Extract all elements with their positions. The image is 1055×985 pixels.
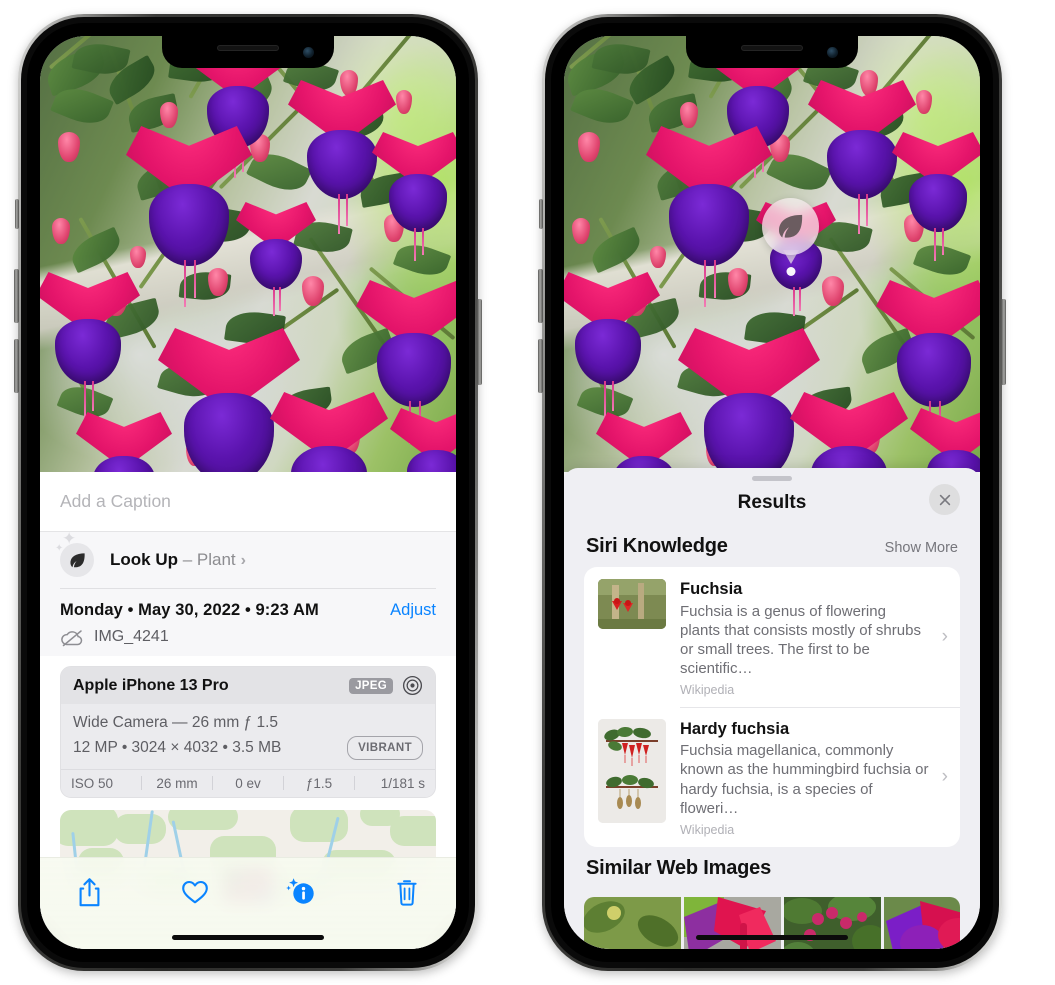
power-button[interactable]	[477, 299, 482, 385]
web-image-thumb[interactable]	[782, 896, 888, 949]
list-item[interactable]: Hardy fuchsia Fuchsia magellanica, commo…	[584, 706, 960, 847]
exif-shutter: 1/181 s	[380, 775, 425, 791]
volume-up-button[interactable]	[538, 269, 543, 323]
siri-knowledge-card: Fuchsia Fuchsia is a genus of flowering …	[584, 567, 960, 847]
camera-device-name: Apple iPhone 13 Pro	[73, 676, 229, 694]
camera-info-card[interactable]: Apple iPhone 13 Pro JPEG Wide Camera — 2…	[60, 666, 436, 798]
camera-spec-row: 12 MP • 3024 × 4032 • 3.5 MB VIBRANT	[73, 736, 423, 761]
trash-icon[interactable]	[384, 872, 430, 912]
format-badge: JPEG	[349, 677, 393, 694]
cloud-off-icon	[60, 628, 84, 647]
look-up-label: Look Up – Plant ›	[110, 550, 246, 570]
siri-knowledge-title: Siri Knowledge	[586, 535, 728, 557]
caption-input[interactable]: Add a Caption	[60, 491, 171, 512]
metadata-block: Monday • May 30, 2022 • 9:23 AM Adjust I…	[40, 589, 456, 656]
result-description: Fuchsia magellanica, commonly known as t…	[680, 742, 929, 817]
photo-viewer[interactable]	[564, 36, 980, 472]
heart-icon[interactable]	[172, 872, 218, 912]
close-icon[interactable]	[929, 484, 960, 515]
web-image-thumb[interactable]	[884, 896, 960, 949]
result-source: Wikipedia	[680, 682, 735, 697]
exif-aperture: ƒ1.5	[305, 775, 333, 791]
right-phone-device: Results Siri Knowledge Show More Fuchsia…	[538, 14, 1006, 971]
leaf-icon	[60, 543, 94, 577]
similar-web-images-strip[interactable]	[584, 896, 960, 949]
adjust-button[interactable]: Adjust	[390, 601, 436, 620]
photo-viewer[interactable]	[40, 36, 456, 472]
chevron-right-icon: ›	[240, 552, 246, 569]
earpiece-speaker	[741, 45, 803, 51]
camera-spec-line: 12 MP • 3024 × 4032 • 3.5 MB	[73, 738, 282, 756]
home-indicator[interactable]	[696, 935, 848, 940]
notch	[162, 36, 334, 68]
siri-knowledge-header: Siri Knowledge Show More	[564, 525, 980, 567]
volume-down-button[interactable]	[14, 339, 19, 393]
chevron-right-icon: ›	[941, 765, 948, 787]
chevron-right-icon: ›	[941, 625, 948, 647]
left-phone-screen: Add a Caption ✦ ✦ Look Up – Plant › Mond…	[40, 36, 456, 949]
info-sparkle-icon[interactable]	[278, 872, 324, 912]
metadata-top-row: Monday • May 30, 2022 • 9:23 AM Adjust	[60, 601, 436, 620]
result-body: Fuchsia Fuchsia is a genus of flowering …	[680, 579, 946, 697]
exif-iso: ISO 50	[71, 775, 114, 791]
power-button[interactable]	[1001, 299, 1006, 385]
camera-card-badges: JPEG	[349, 675, 423, 696]
caption-row[interactable]: Add a Caption	[40, 472, 456, 532]
look-up-text: Look Up	[110, 550, 178, 569]
camera-lens-line: Wide Camera — 26 mm ƒ 1.5	[73, 714, 279, 731]
silent-switch[interactable]	[539, 199, 543, 229]
web-image-thumb[interactable]	[584, 896, 681, 949]
silent-switch[interactable]	[15, 199, 19, 229]
metadata-file-row: IMG_4241	[60, 628, 436, 647]
camera-card-body: Wide Camera — 26 mm ƒ 1.5 12 MP • 3024 ×…	[61, 704, 435, 769]
list-item[interactable]: Fuchsia Fuchsia is a genus of flowering …	[584, 567, 960, 707]
results-title: Results	[737, 492, 807, 513]
exif-row: ISO 50 26 mm 0 ev ƒ1.5 1/181 s	[61, 768, 435, 797]
result-thumbnail	[598, 718, 666, 823]
results-header: Results	[564, 481, 980, 525]
result-title: Hardy fuchsia	[680, 719, 790, 738]
similar-web-images-title: Similar Web Images	[586, 856, 771, 879]
result-title: Fuchsia	[680, 580, 743, 598]
results-sheet: Results Siri Knowledge Show More Fuchsia…	[564, 468, 980, 949]
volume-down-button[interactable]	[538, 339, 543, 393]
lookup-block: ✦ ✦ Look Up – Plant ›	[40, 530, 456, 589]
result-source: Wikipedia	[680, 822, 735, 837]
notch	[686, 36, 858, 68]
home-indicator[interactable]	[172, 935, 324, 940]
screenshot-root: Add a Caption ✦ ✦ Look Up – Plant › Mond…	[0, 0, 1055, 985]
volume-up-button[interactable]	[14, 269, 19, 323]
look-up-dash: –	[178, 550, 197, 569]
front-camera-icon	[303, 47, 314, 58]
result-thumbnail	[598, 579, 666, 629]
photo-info-sheet: Add a Caption ✦ ✦ Look Up – Plant › Mond…	[40, 472, 456, 949]
photo-date: Monday • May 30, 2022 • 9:23 AM	[60, 601, 319, 619]
aperture-icon	[402, 675, 423, 696]
similar-web-images-header: Similar Web Images	[564, 847, 980, 889]
earpiece-speaker	[217, 45, 279, 51]
exif-focal: 26 mm	[156, 775, 198, 791]
look-up-row[interactable]: ✦ ✦ Look Up – Plant ›	[55, 530, 436, 588]
photo-filename: IMG_4241	[94, 628, 169, 645]
result-description: Fuchsia is a genus of flowering plants t…	[680, 602, 921, 677]
left-phone-device: Add a Caption ✦ ✦ Look Up – Plant › Mond…	[14, 14, 482, 971]
visual-lookup-bubble[interactable]	[762, 198, 819, 276]
leaf-icon[interactable]	[762, 198, 819, 255]
front-camera-icon	[827, 47, 838, 58]
web-image-thumb[interactable]	[684, 896, 781, 949]
right-phone-screen: Results Siri Knowledge Show More Fuchsia…	[564, 36, 980, 949]
exif-ev: 0 ev	[235, 775, 261, 791]
camera-card-header: Apple iPhone 13 Pro JPEG	[61, 667, 435, 704]
look-up-subject: Plant	[196, 550, 236, 569]
show-more-button[interactable]: Show More	[885, 540, 958, 556]
style-badge: VIBRANT	[347, 736, 423, 761]
share-icon[interactable]	[66, 872, 112, 912]
bubble-anchor-dot	[786, 267, 795, 276]
result-body: Hardy fuchsia Fuchsia magellanica, commo…	[680, 719, 946, 837]
